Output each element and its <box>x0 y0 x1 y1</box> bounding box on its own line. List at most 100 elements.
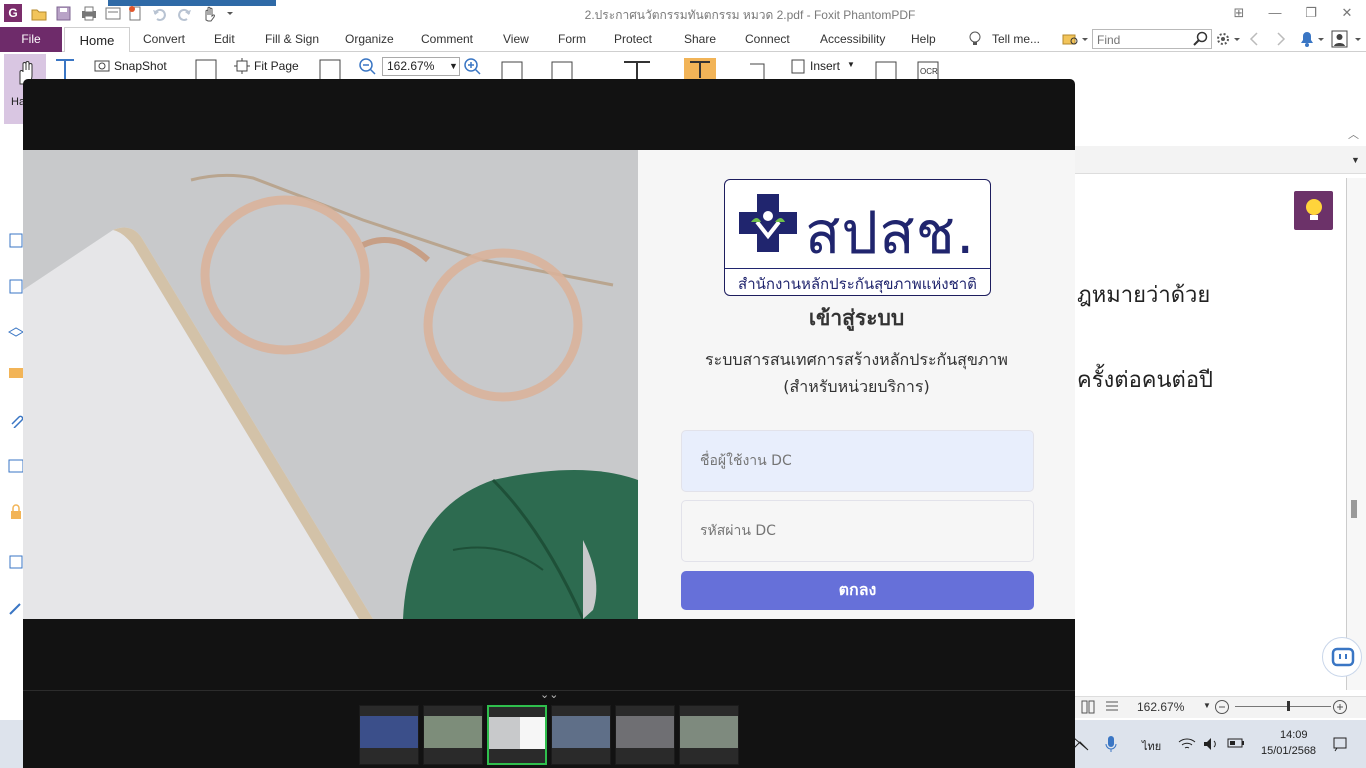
zoom-out-icon[interactable] <box>358 57 376 75</box>
microphone-icon[interactable] <box>1105 735 1117 753</box>
undo-icon[interactable] <box>151 5 169 22</box>
nhso-logo: สปสช. สำนักงานหลักประกันสุขภาพแห่งชาติ <box>724 179 991 296</box>
wifi-icon[interactable] <box>1178 736 1196 752</box>
tools-icon[interactable] <box>8 600 24 616</box>
input-language[interactable]: ไทย <box>1142 737 1161 755</box>
zoom-slider-thumb[interactable] <box>1287 701 1290 711</box>
tab-form[interactable]: Form <box>558 32 586 46</box>
fit-page-icon[interactable] <box>234 58 250 74</box>
smart-tips-button[interactable] <box>1294 191 1333 230</box>
tab-protect[interactable]: Protect <box>614 32 652 46</box>
svg-text:OCR: OCR <box>920 67 938 76</box>
next-result-icon[interactable] <box>1275 31 1287 47</box>
zoom-in-icon[interactable] <box>1332 699 1348 715</box>
clock-date[interactable]: 15/01/2568 <box>1261 745 1316 757</box>
filmstrip-thumbnail[interactable] <box>679 705 739 765</box>
clock-time[interactable]: 14:09 <box>1280 729 1308 741</box>
filmstrip-thumbnail[interactable] <box>359 705 419 765</box>
status-zoom-level[interactable]: 162.67% <box>1137 700 1184 714</box>
security-lock-icon[interactable] <box>8 504 24 520</box>
insert-chevron-icon[interactable]: ▼ <box>847 60 855 69</box>
minimize-button[interactable]: — <box>1264 3 1286 23</box>
highlight-icon[interactable] <box>684 58 716 80</box>
maximize-button[interactable]: ❐ <box>1300 3 1322 23</box>
chevron-down-icon: ▼ <box>449 61 458 71</box>
zoom-in-icon[interactable] <box>463 57 481 75</box>
login-subtitle-note: (สำหรับหน่วยบริการ) <box>783 377 930 396</box>
signature-icon[interactable] <box>8 458 24 474</box>
gear-icon[interactable] <box>1216 31 1242 47</box>
print-icon[interactable] <box>80 5 98 22</box>
hand-tool-dropdown-icon[interactable] <box>200 5 234 22</box>
glasses-leaf-illustration <box>23 150 638 619</box>
properties-icon[interactable] <box>104 5 122 22</box>
tab-organize[interactable]: Organize <box>345 32 394 46</box>
tab-comment[interactable]: Comment <box>421 32 473 46</box>
tab-edit[interactable]: Edit <box>214 32 235 46</box>
tab-home[interactable]: Home <box>64 27 130 53</box>
battery-icon[interactable] <box>1227 737 1245 749</box>
zoom-select[interactable]: 162.67% ▼ <box>382 57 460 76</box>
pages-icon[interactable] <box>8 278 24 294</box>
assistant-button[interactable] <box>1322 637 1362 677</box>
new-doc-icon[interactable] <box>126 5 144 22</box>
insert-button[interactable]: Insert <box>810 59 840 73</box>
snapshot-icon[interactable] <box>94 58 110 72</box>
viewed-screenshot: สปสช. สำนักงานหลักประกันสุขภาพแห่งชาติ เ… <box>23 150 1075 619</box>
filmstrip-thumbnail-active[interactable] <box>487 705 547 765</box>
login-submit-button[interactable]: ตกลง <box>681 571 1034 610</box>
login-subtitle: ระบบสารสนเทศการสร้างหลักประกันสุขภาพ <box>705 350 1008 369</box>
snapshot-button[interactable]: SnapShot <box>114 59 167 73</box>
zoom-slider[interactable] <box>1235 706 1331 707</box>
bookmark-icon[interactable] <box>8 232 24 248</box>
tab-accessibility[interactable]: Accessibility <box>820 32 885 46</box>
filmstrip-thumbnail[interactable] <box>615 705 675 765</box>
tab-fill-sign[interactable]: Fill & Sign <box>265 32 319 46</box>
document-text-line: ครั้งต่อคนต่อปี <box>1077 368 1213 393</box>
filmstrip-thumbnail[interactable] <box>551 705 611 765</box>
action-center-icon[interactable] <box>1332 736 1348 752</box>
open-icon[interactable] <box>30 5 48 22</box>
tell-me-search[interactable]: Tell me... <box>992 32 1040 46</box>
tab-help[interactable]: Help <box>911 32 936 46</box>
continuous-view-icon[interactable] <box>1105 700 1119 714</box>
zoom-out-icon[interactable] <box>1214 699 1230 715</box>
password-input[interactable] <box>681 500 1034 562</box>
attachment-icon[interactable] <box>8 412 24 428</box>
typewriter-icon[interactable] <box>622 60 652 80</box>
layers-icon[interactable] <box>8 324 24 340</box>
panel-chevron-icon[interactable]: ▼ <box>1351 155 1360 165</box>
previous-result-icon[interactable] <box>1248 31 1260 47</box>
content-icon[interactable] <box>8 554 24 570</box>
tab-view[interactable]: View <box>503 32 529 46</box>
username-input[interactable] <box>681 430 1034 492</box>
tab-file[interactable]: File <box>0 27 62 52</box>
save-icon[interactable] <box>55 5 73 22</box>
search-icon[interactable] <box>1193 31 1209 47</box>
redo-icon[interactable] <box>175 5 193 22</box>
zoom-level-chevron-icon[interactable]: ▼ <box>1203 701 1211 710</box>
tab-convert[interactable]: Convert <box>143 32 185 46</box>
tab-share[interactable]: Share <box>684 32 716 46</box>
filmstrip-thumbnail[interactable] <box>423 705 483 765</box>
user-account-icon[interactable] <box>1330 30 1364 48</box>
foxit-app-icon[interactable]: G <box>4 4 22 22</box>
search-folder-icon[interactable] <box>1062 31 1088 47</box>
volume-icon[interactable] <box>1202 736 1220 752</box>
tab-connect[interactable]: Connect <box>745 32 790 46</box>
vertical-scrollbar[interactable] <box>1346 178 1366 690</box>
scrollbar-thumb[interactable] <box>1351 500 1357 518</box>
insert-icon[interactable] <box>790 58 806 74</box>
image-viewer-overlay: สปสช. สำนักงานหลักประกันสุขภาพแห่งชาติ เ… <box>23 79 1075 768</box>
fit-page-button[interactable]: Fit Page <box>254 59 299 73</box>
thumbnail-preview <box>680 716 738 748</box>
comment-icon[interactable] <box>8 366 24 382</box>
notification-bell-icon[interactable] <box>1298 30 1326 48</box>
thumbnail-preview <box>552 716 610 748</box>
two-page-view-icon[interactable] <box>1081 700 1095 714</box>
close-button[interactable]: ✕ <box>1336 3 1358 23</box>
restore-layout-icon[interactable]: ⊞ <box>1228 3 1250 23</box>
find-input[interactable] <box>1097 32 1193 47</box>
collapse-filmstrip-icon[interactable]: ⌄⌄ <box>540 690 558 702</box>
collapse-ribbon-icon[interactable]: ︿ <box>1348 126 1359 142</box>
